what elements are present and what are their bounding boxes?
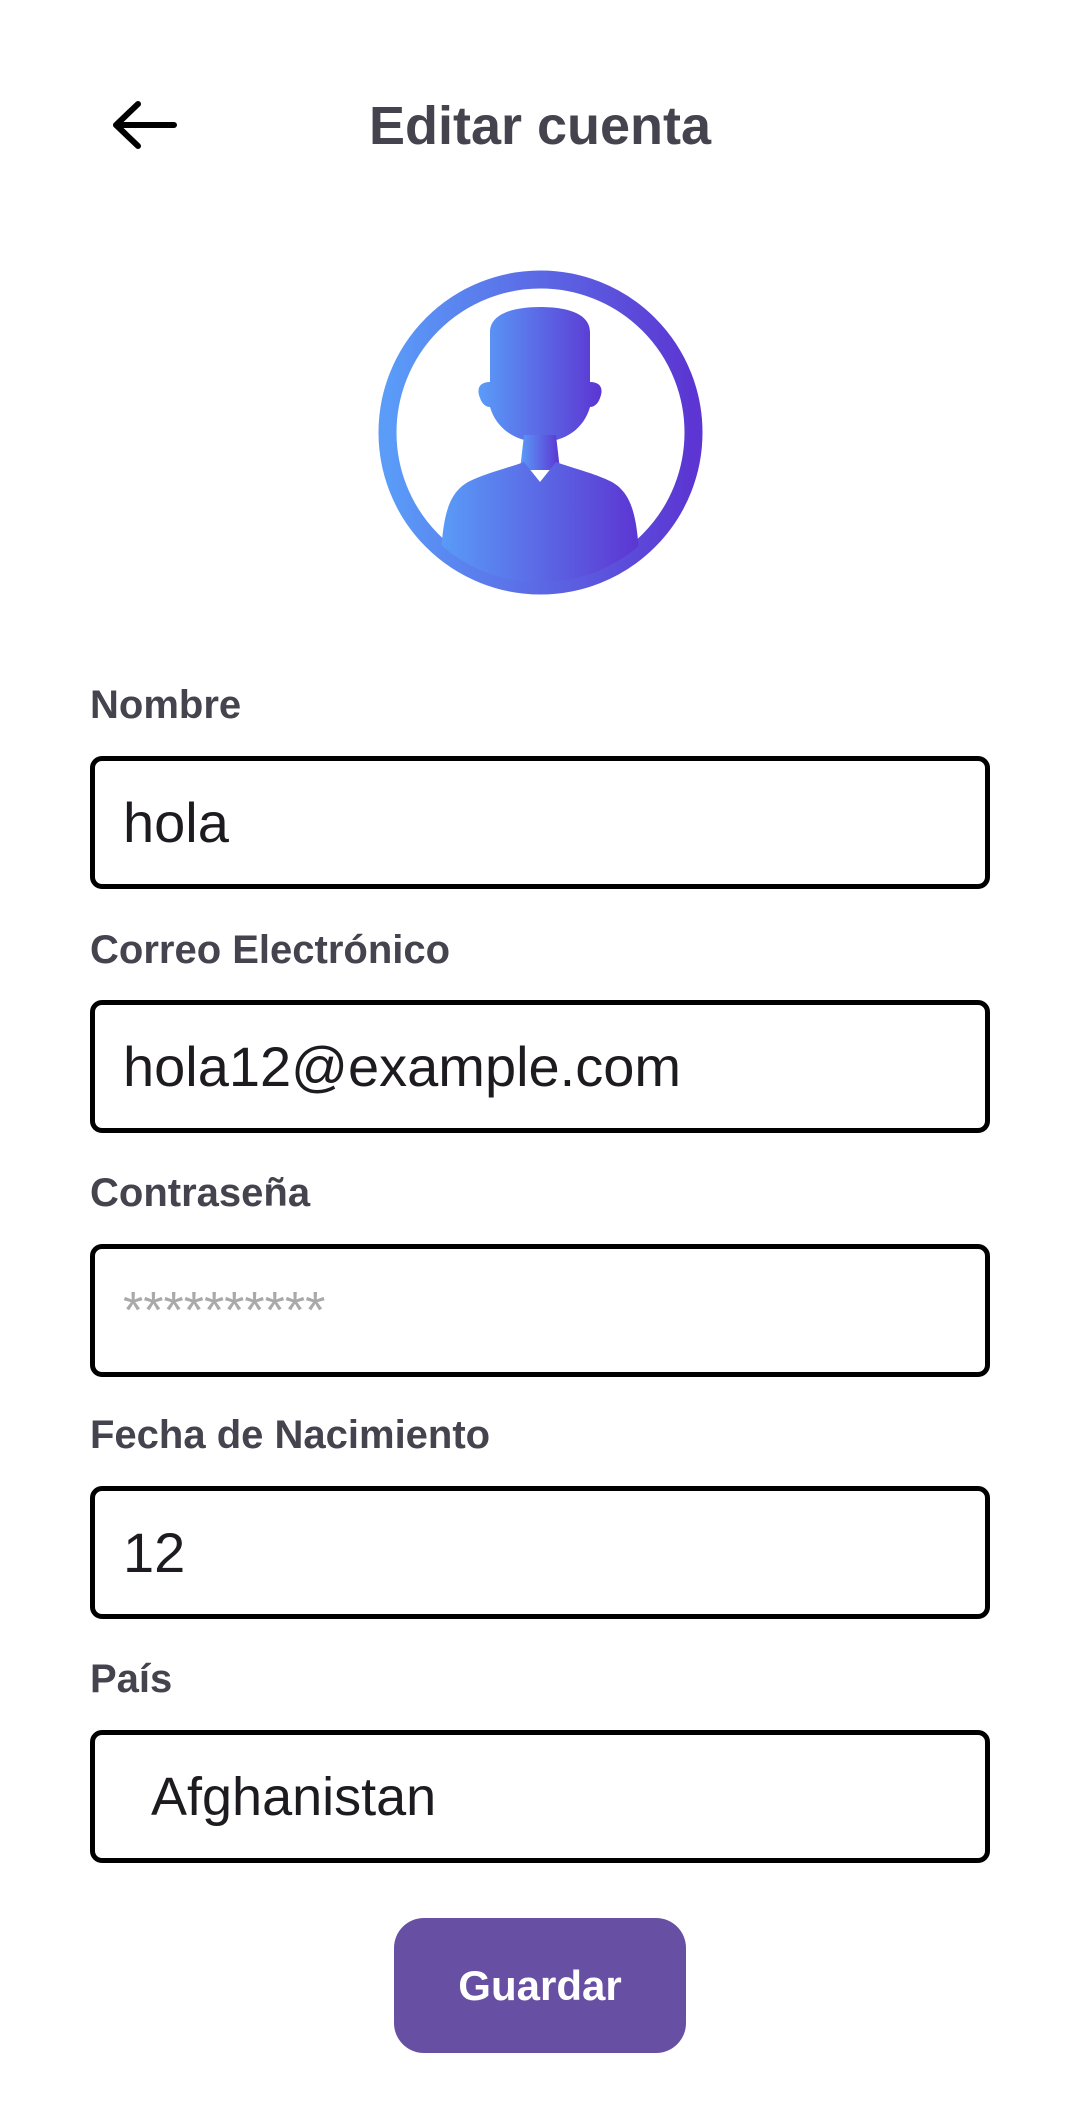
page-title: Editar cuenta (368, 96, 712, 156)
email-field[interactable]: hola12@example.com (90, 1000, 990, 1133)
contrasena-label: Contraseña (90, 1171, 311, 1215)
top-app-bar: Editar cuenta (0, 0, 1080, 250)
country-select[interactable]: Afghanistan (90, 1730, 990, 1863)
birthdate-field[interactable]: 12 (90, 1486, 990, 1619)
save-button[interactable]: Guardar (394, 1918, 686, 2053)
password-field[interactable]: ********** (90, 1244, 990, 1377)
correo-label: Correo Electrónico (90, 928, 451, 972)
profile-avatar[interactable] (378, 270, 703, 595)
fecha-label: Fecha de Nacimiento (90, 1413, 491, 1457)
nombre-label: Nombre (90, 683, 242, 727)
pais-label: País (90, 1657, 173, 1701)
user-avatar-icon (378, 270, 703, 595)
nombre-field[interactable]: hola (90, 756, 990, 889)
